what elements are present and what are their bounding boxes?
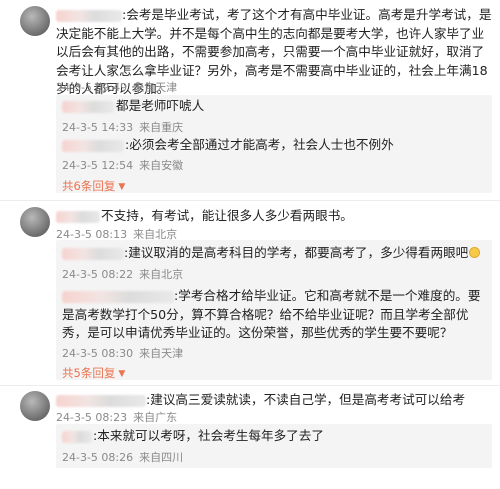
reply-text: :本来就可以考呀，社会考生每年多了去了 [93, 428, 324, 443]
reply-text: 都是老师吓唬人 [116, 98, 205, 113]
like-button[interactable] [475, 78, 489, 92]
username-redacted[interactable] [56, 211, 100, 223]
reply-date: 24-3-5 12:54 [62, 159, 134, 172]
username-redacted[interactable] [62, 101, 114, 113]
reply-source: 来自北京 [139, 268, 184, 281]
comment-source: 来自天津 [133, 81, 178, 94]
reply-meta: 24-3-5 08:30 来自天津 [62, 345, 189, 361]
reply-source: 来自重庆 [139, 121, 184, 134]
reply-text: :建议取消的是高考科目的学考，都要高考了，多少得看两眼吧 [124, 244, 481, 263]
comment-source: 来自广东 [133, 411, 178, 424]
reply-text: :学考合格才给毕业证。它和高考就不是一个难度的。要是高考数学打个50分，算不算合… [62, 288, 481, 340]
reply-meta: 24-3-5 08:26 来自四川 [62, 449, 189, 465]
divider [0, 200, 500, 201]
reply-date: 24-3-5 08:30 [62, 347, 134, 360]
reply-meta: 24-3-5 14:33 来自重庆 [62, 119, 189, 135]
username-redacted[interactable] [62, 140, 124, 152]
chevron-down-icon: ▼ [118, 369, 126, 379]
reply-meta: 24-3-5 12:54 来自安徽 [62, 157, 189, 173]
reply-source: 来自天津 [139, 347, 184, 360]
avatar[interactable] [20, 207, 50, 237]
reply-date: 24-3-5 14:33 [62, 121, 134, 134]
smile-emoji-icon [469, 247, 481, 258]
username-redacted[interactable] [62, 431, 92, 443]
comment-meta: 24-3-5 08:23 来自广东 [56, 409, 183, 425]
comment-meta: 24-3-5 09:49 来自天津 [56, 79, 183, 95]
chevron-down-icon: ▼ [118, 182, 126, 192]
more-replies-link[interactable]: 共5条回复 ▼ [62, 365, 125, 381]
more-replies-label: 共6条回复 [62, 179, 116, 193]
reply-source: 来自安徽 [139, 159, 184, 172]
username-redacted[interactable] [56, 395, 146, 407]
divider [0, 385, 500, 386]
avatar[interactable] [20, 6, 50, 36]
reply-source: 来自四川 [139, 451, 184, 464]
username-redacted[interactable] [62, 248, 124, 260]
comment-text: 不支持，有考试，能让很多人多少看两眼书。 [101, 208, 353, 223]
comment-date: 24-3-5 08:23 [56, 411, 128, 424]
comment-text: :建议高三爱读就读，不读自己学，但是高考考试可以给考 [146, 392, 466, 407]
reply-date: 24-3-5 08:26 [62, 451, 134, 464]
reply-meta: 24-3-5 08:22 来自北京 [62, 266, 189, 282]
more-replies-link[interactable]: 共6条回复 ▼ [62, 178, 125, 194]
reply-text: :必须会考全部通过才能高考，社会人士也不例外 [125, 137, 394, 152]
comment-date: 24-3-5 09:49 [56, 81, 128, 94]
avatar[interactable] [20, 391, 50, 421]
more-replies-label: 共5条回复 [62, 366, 116, 380]
reply-date: 24-3-5 08:22 [62, 268, 134, 281]
